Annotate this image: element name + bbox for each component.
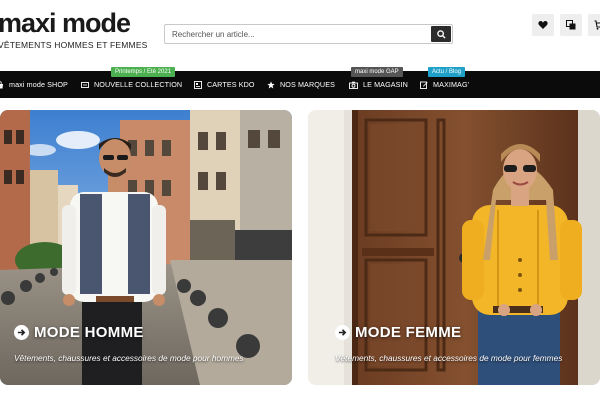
header-actions bbox=[532, 14, 600, 36]
mode-femme-card[interactable]: MODE FEMME Vêtements, chaussures et acce… bbox=[308, 110, 600, 385]
search-icon bbox=[436, 29, 446, 39]
mode-homme-card[interactable]: MODE HOMME Vêtements, chaussures et acce… bbox=[0, 110, 292, 385]
nav-badge-blog: Actu / Blog bbox=[428, 67, 466, 77]
mode-homme-title[interactable]: MODE HOMME bbox=[14, 324, 144, 341]
compare-icon bbox=[566, 20, 576, 30]
main-nav: maxi mode SHOP NOUVELLE COLLECTION Print… bbox=[0, 67, 600, 98]
gift-card-icon bbox=[194, 80, 202, 89]
mode-femme-label: MODE FEMME bbox=[355, 324, 462, 341]
wishlist-button[interactable] bbox=[532, 14, 554, 36]
shop-icon bbox=[0, 80, 3, 88]
search-box bbox=[164, 24, 453, 44]
cart-button[interactable] bbox=[588, 14, 600, 36]
camera-icon bbox=[349, 81, 358, 89]
compare-button[interactable] bbox=[560, 14, 582, 36]
heart-icon bbox=[538, 20, 548, 29]
nav-label: LE MAGASIN bbox=[363, 80, 408, 89]
arrow-right-icon bbox=[335, 325, 350, 340]
nav-label: NOUVELLE COLLECTION bbox=[94, 80, 183, 89]
nav-item-shop[interactable]: maxi mode SHOP bbox=[0, 71, 68, 98]
mode-homme-label: MODE HOMME bbox=[34, 324, 144, 341]
mode-femme-title[interactable]: MODE FEMME bbox=[335, 324, 461, 341]
mode-homme-image bbox=[0, 110, 292, 385]
mode-femme-image bbox=[308, 110, 600, 385]
nav-label: MAXIMAG' bbox=[433, 80, 470, 89]
arrow-right-icon bbox=[14, 325, 29, 340]
star-icon bbox=[267, 80, 275, 88]
mode-femme-subtitle: Vêtements, chaussures et accessoires de … bbox=[335, 353, 563, 363]
nav-label: maxi mode SHOP bbox=[9, 80, 68, 89]
edit-icon bbox=[420, 81, 428, 89]
new-icon bbox=[81, 81, 89, 88]
nav-item-gift-cards[interactable]: CARTES KDO bbox=[194, 71, 255, 98]
search-button[interactable] bbox=[431, 26, 451, 42]
site-header: maxi mode VÊTEMENTS HOMMES ET FEMMES bbox=[0, 0, 600, 70]
nav-badge-new-collection: Printemps / Eté 2021 bbox=[111, 67, 176, 77]
search-input[interactable] bbox=[165, 25, 429, 43]
nav-label: NOS MARQUES bbox=[280, 80, 336, 89]
site-tagline: VÊTEMENTS HOMMES ET FEMMES bbox=[0, 40, 148, 50]
mode-homme-subtitle: Vêtements, chaussures et accessoires de … bbox=[14, 353, 244, 363]
nav-item-brands[interactable]: NOS MARQUES bbox=[267, 71, 335, 98]
cart-icon bbox=[594, 20, 600, 30]
nav-badge-store: maxi mode GAP bbox=[351, 67, 403, 77]
nav-label: CARTES KDO bbox=[207, 80, 255, 89]
site-logo[interactable]: maxi mode bbox=[0, 8, 131, 38]
